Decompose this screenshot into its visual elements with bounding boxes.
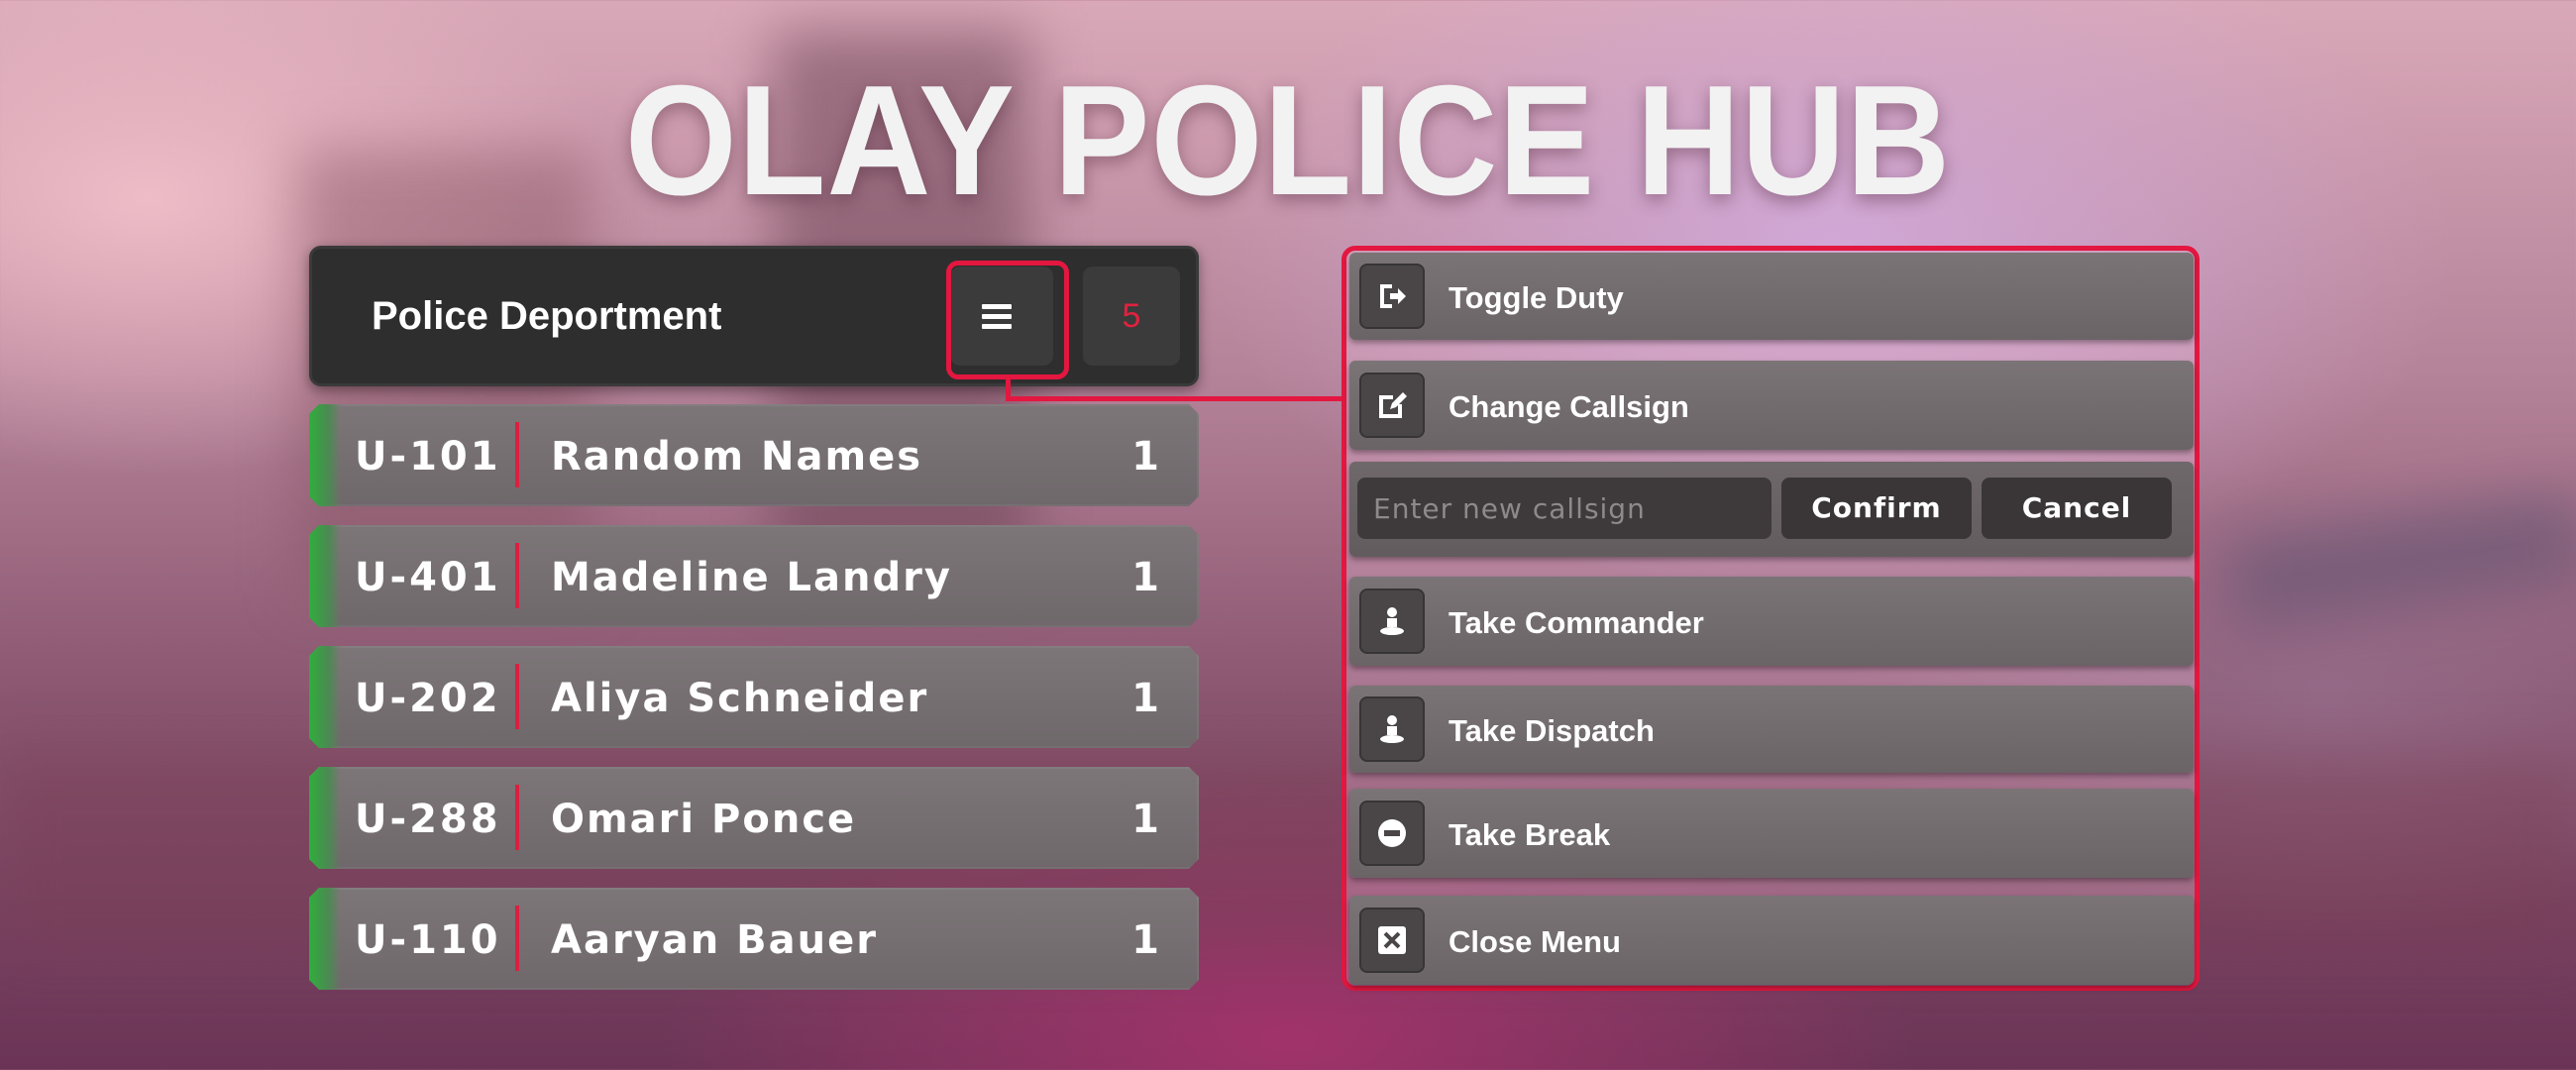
unit-callsign: U-101 (355, 434, 501, 480)
close-menu-label: Close Menu (1449, 924, 1621, 959)
take-commander-button[interactable]: Take Commander (1349, 577, 2194, 666)
cancel-button[interactable]: Cancel (1982, 478, 2172, 539)
minus-circle-icon (1359, 801, 1425, 866)
take-commander-label: Take Commander (1449, 605, 1704, 640)
toggle-duty-label: Toggle Duty (1449, 280, 1624, 315)
row-divider (515, 543, 519, 608)
unit-count: 1 (1131, 676, 1159, 721)
unit-callsign: U-110 (355, 917, 501, 963)
unit-name: Aaryan Bauer (551, 917, 878, 963)
close-menu-button[interactable]: Close Menu (1349, 896, 2194, 985)
unit-callsign: U-202 (355, 676, 501, 721)
take-break-button[interactable]: Take Break (1349, 789, 2194, 878)
row-divider (515, 664, 519, 729)
close-square-icon (1359, 908, 1425, 973)
duty-status-indicator (309, 646, 341, 748)
person-icon (1359, 588, 1425, 654)
person-icon (1359, 696, 1425, 762)
unit-count: 1 (1131, 434, 1159, 480)
edit-icon (1359, 373, 1425, 438)
unit-callsign: U-288 (355, 797, 501, 842)
unit-name: Random Names (551, 434, 923, 480)
unit-count-badge: 5 (1083, 267, 1180, 366)
callsign-input[interactable] (1357, 478, 1771, 539)
callsign-form: Confirm Cancel (1349, 462, 2194, 557)
confirm-button[interactable]: Confirm (1781, 478, 1972, 539)
duty-status-indicator (309, 525, 341, 627)
unit-name: Omari Ponce (551, 797, 857, 842)
unit-row[interactable]: U-202 Aliya Schneider 1 (309, 646, 1199, 748)
sign-out-icon (1359, 264, 1425, 329)
unit-row[interactable]: U-401 Madeline Landry 1 (309, 525, 1199, 627)
unit-name: Aliya Schneider (551, 676, 929, 721)
take-dispatch-button[interactable]: Take Dispatch (1349, 686, 2194, 773)
hub-title: OLAY POLICE HUB (624, 54, 1952, 228)
row-divider (515, 906, 519, 971)
unit-callsign: U-401 (355, 555, 501, 600)
connector-line (1006, 396, 1342, 401)
unit-count: 1 (1131, 555, 1159, 600)
unit-row[interactable]: U-110 Aaryan Bauer 1 (309, 888, 1199, 990)
row-divider (515, 422, 519, 487)
background-bridge (2224, 490, 2576, 629)
take-dispatch-label: Take Dispatch (1449, 713, 1655, 748)
duty-status-indicator (309, 404, 341, 506)
unit-row[interactable]: U-288 Omari Ponce 1 (309, 767, 1199, 869)
change-callsign-button[interactable]: Change Callsign (1349, 361, 2194, 450)
take-break-label: Take Break (1449, 817, 1611, 852)
toggle-duty-button[interactable]: Toggle Duty (1349, 253, 2194, 340)
unit-count: 1 (1131, 917, 1159, 963)
department-name: Police Deportment (372, 294, 722, 338)
unit-row[interactable]: U-101 Random Names 1 (309, 404, 1199, 506)
duty-status-indicator (309, 888, 341, 990)
menu-button-highlight (946, 261, 1069, 379)
unit-count: 1 (1131, 797, 1159, 842)
duty-status-indicator (309, 767, 341, 869)
row-divider (515, 785, 519, 850)
unit-name: Madeline Landry (551, 555, 952, 600)
change-callsign-label: Change Callsign (1449, 389, 1689, 424)
